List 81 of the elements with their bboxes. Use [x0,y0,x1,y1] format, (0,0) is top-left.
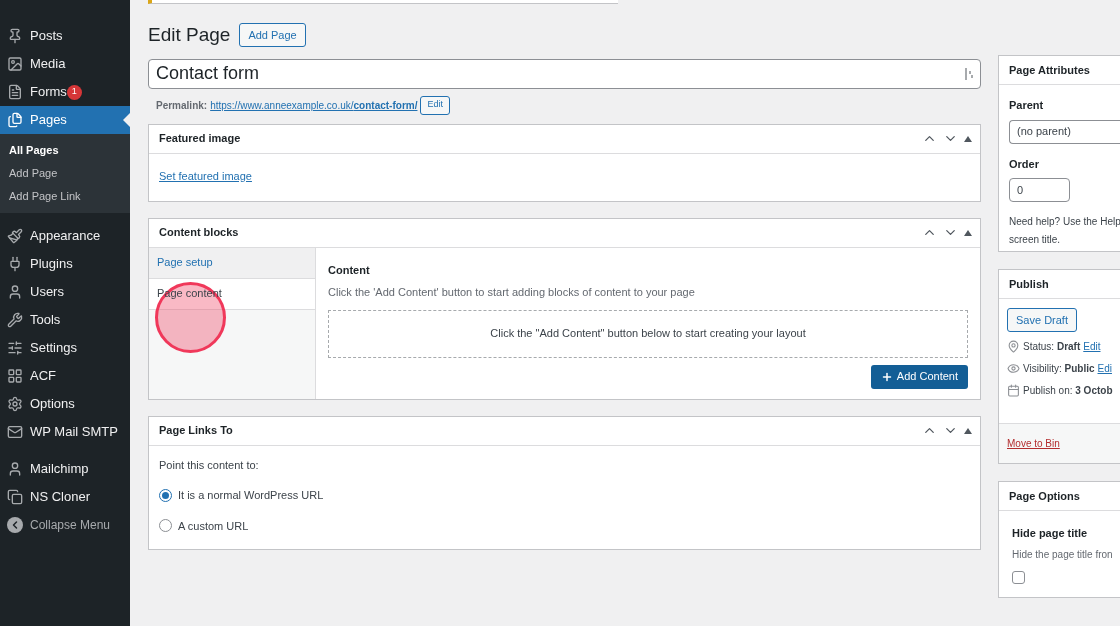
edit-permalink-button[interactable]: Edit [420,95,450,115]
set-featured-image-link[interactable]: Set featured image [159,167,252,184]
radio-button[interactable] [159,519,172,533]
toggle-icon[interactable] [964,135,972,142]
plus-icon [880,370,893,383]
sidebar-item[interactable]: ACF [0,362,130,390]
sidebar-item[interactable]: Media [0,50,130,78]
submenu-item[interactable]: Add Page Link [0,185,130,208]
field-label: Content [328,262,371,278]
toggle-icon[interactable] [964,229,972,236]
count-badge: 1 [66,84,82,100]
field-label: Parent [1009,98,1044,113]
mail-icon [7,424,23,440]
submenu-item[interactable]: Add Page [0,162,130,185]
block-tab[interactable]: Page setup [149,247,315,279]
permalink-link[interactable]: https://www.anneexample.co.uk/contact-form/ [210,97,418,113]
radio-label: It is a normal WordPress URL [178,488,324,503]
eye-icon [1007,362,1020,375]
field-label: Order [1009,156,1039,172]
sidebar-item[interactable]: Users [0,278,130,306]
sidebar-item[interactable]: Forms 1 [0,78,130,106]
add-content-button[interactable]: Add Content [870,364,968,389]
field-description: Click the 'Add Content' button to start adding blocks of content to your page [328,285,696,300]
page-heading: Edit Page [148,23,231,47]
pushpin-icon [7,28,23,44]
title-field[interactable]: Contact form [148,58,981,89]
current-pointer [123,113,130,127]
paintbrush-icon [7,228,23,244]
box-title: Publish [1009,276,1049,292]
sidebar-item[interactable]: Appearance [0,222,130,250]
save-draft-button[interactable]: Save Draft [1007,308,1077,332]
copy-icon [7,489,23,505]
permalink-label: Permalink: [156,98,208,113]
sidebar-item[interactable]: Plugins [0,250,130,278]
settings-icon [7,396,23,412]
help-text: screen title. [1009,233,1061,247]
checkbox[interactable] [1012,570,1025,584]
media-icon [7,56,23,72]
box-title: Page Attributes [1009,62,1090,78]
sidebar-item[interactable]: WP Mail SMTP [0,418,130,446]
sidebar-item[interactable]: Tools [0,306,130,334]
wrench-icon [7,312,23,328]
pin-icon [1007,340,1020,353]
sidebar-item[interactable]: Options [0,390,130,418]
parent-select[interactable]: (no parent) [1009,119,1120,144]
sidebar-item[interactable]: Settings [0,334,130,362]
status-text: Status: Draft [1023,340,1081,354]
option-label: Hide page title [1012,526,1088,541]
box-title: Featured image [159,131,241,147]
box-title: Content blocks [159,225,239,241]
radio-button[interactable] [159,488,172,502]
sidebar-item[interactable]: NS Cloner [0,483,130,511]
sidebar-item[interactable]: Pages [0,106,130,134]
sliders-icon [7,340,23,356]
visibility-text: Visibility: Public [1023,362,1095,376]
grid-icon [7,368,23,384]
help-text: Need help? Use the Help [1009,215,1120,229]
user-icon [7,284,23,300]
publish-date-text: Publish on: 3 Octob [1023,384,1113,398]
edit-link[interactable]: Edi [1097,361,1112,376]
radio-label: A custom URL [178,518,249,534]
calendar-icon [1007,384,1020,397]
empty-message: Click the "Add Content" button below to start creating your layout [490,326,806,342]
move-to-bin-link[interactable]: Move to Bin [1007,436,1060,451]
add-page-button[interactable]: Add Page [239,23,306,48]
box-title: Page Links To [159,423,233,439]
prompt-text: Point this content to: [159,457,260,473]
form-icon [7,84,23,100]
submenu-item[interactable]: All Pages [0,139,130,162]
collapse-icon [7,517,23,533]
toggle-icon[interactable] [964,427,972,434]
pages-icon [7,112,23,128]
edit-link[interactable]: Edit [1083,339,1101,354]
sidebar-item[interactable]: Mailchimp [0,455,130,483]
sidebar-item[interactable]: Posts [0,22,130,50]
sidebar-item[interactable]: Collapse Menu [0,511,130,539]
plug-icon [7,256,23,272]
field-icon [965,67,974,80]
option-description: Hide the page title fron [1012,547,1113,562]
order-field[interactable]: 0 [1009,178,1070,202]
box-title: Page Options [1009,488,1080,504]
